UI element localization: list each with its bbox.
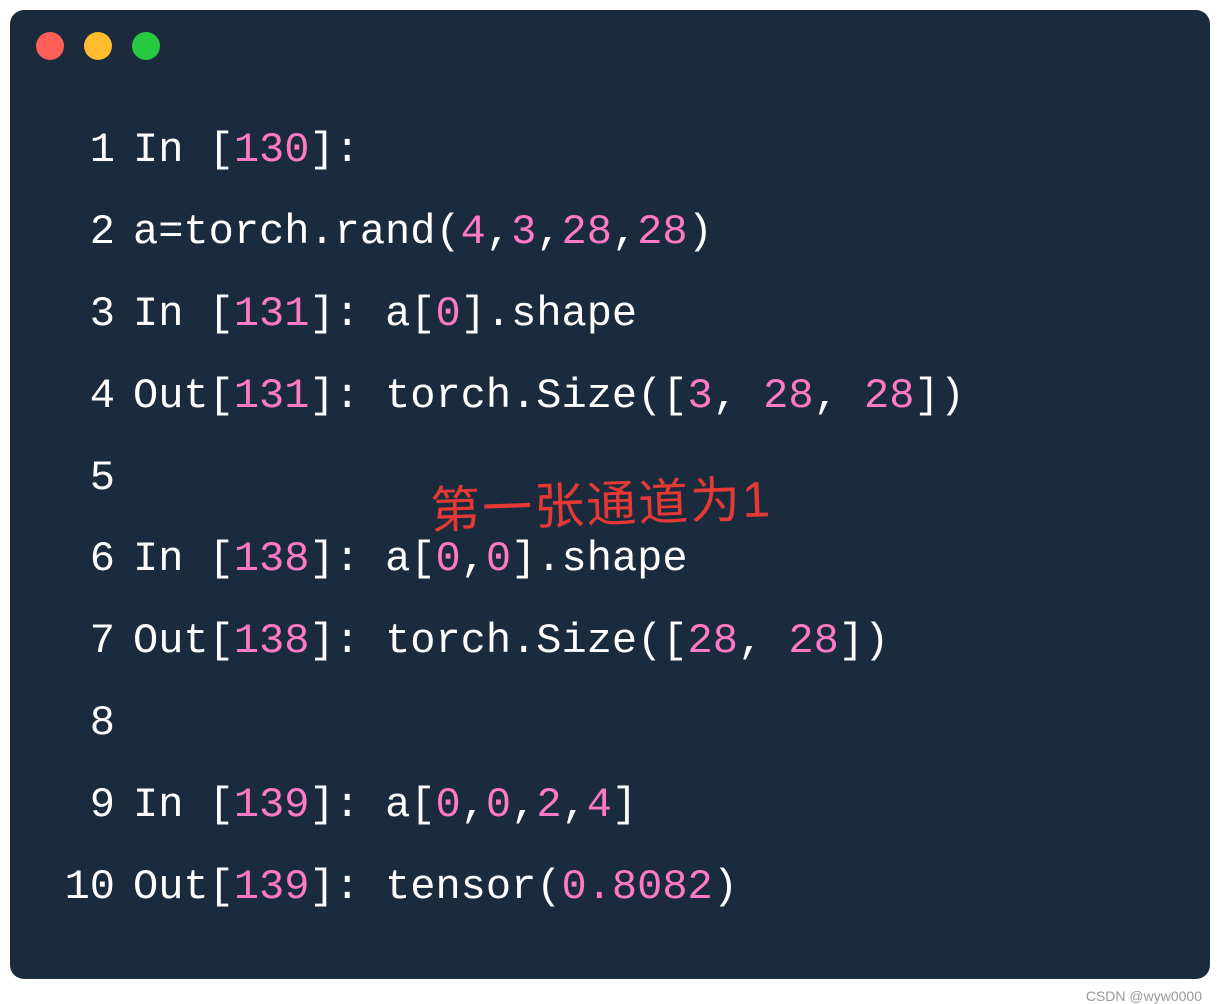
terminal-window: 1In [130]:2a=torch.rand(4,3,28,28)3In [1…: [10, 10, 1210, 979]
code-token: ]: a[: [309, 781, 435, 829]
code-token: 139: [234, 863, 310, 911]
code-token: ].shape: [511, 535, 687, 583]
code-token: ]: tensor(: [309, 863, 561, 911]
code-content: In [130]:: [133, 110, 360, 192]
code-token: In [: [133, 535, 234, 583]
code-line: 4Out[131]: torch.Size([3, 28, 28]): [40, 356, 1180, 438]
code-token: In [: [133, 126, 234, 174]
code-line: 10Out[139]: tensor(0.8082): [40, 847, 1180, 929]
code-token: 131: [234, 372, 310, 420]
code-content: In [131]: a[0].shape: [133, 274, 637, 356]
code-area: 1In [130]:2a=torch.rand(4,3,28,28)3In [1…: [10, 70, 1210, 949]
code-token: 0: [435, 290, 460, 338]
line-number: 10: [40, 847, 115, 929]
code-token: 3: [688, 372, 713, 420]
code-token: ,: [713, 372, 763, 420]
code-token: 131: [234, 290, 310, 338]
code-content: In [139]: a[0,0,2,4]: [133, 765, 637, 847]
code-line: 9In [139]: a[0,0,2,4]: [40, 765, 1180, 847]
watermark: CSDN @wyw0000: [1086, 988, 1202, 1004]
code-token: 0: [486, 535, 511, 583]
code-token: ]: a[: [309, 290, 435, 338]
code-token: ,: [511, 781, 536, 829]
code-token: 4: [587, 781, 612, 829]
code-content: In [138]: a[0,0].shape: [133, 519, 688, 601]
code-content: a=torch.rand(4,3,28,28): [133, 192, 713, 274]
code-token: 4: [461, 208, 486, 256]
code-line: 7Out[138]: torch.Size([28, 28]): [40, 601, 1180, 683]
code-token: 28: [864, 372, 914, 420]
line-number: 8: [40, 683, 115, 765]
code-content: [133, 683, 158, 765]
code-token: ]): [839, 617, 889, 665]
code-token: ].shape: [461, 290, 637, 338]
close-icon[interactable]: [36, 32, 64, 60]
code-token: 28: [763, 372, 813, 420]
code-token: ,: [486, 208, 511, 256]
code-token: 3: [511, 208, 536, 256]
code-token: 138: [234, 535, 310, 583]
code-token: 139: [234, 781, 310, 829]
code-content: [133, 438, 158, 520]
code-content: Out[131]: torch.Size([3, 28, 28]): [133, 356, 965, 438]
line-number: 7: [40, 601, 115, 683]
code-line: 6In [138]: a[0,0].shape: [40, 519, 1180, 601]
line-number: 5: [40, 438, 115, 520]
code-token: ]:: [309, 126, 359, 174]
code-token: ]: torch.Size([: [309, 617, 687, 665]
line-number: 4: [40, 356, 115, 438]
code-content: Out[138]: torch.Size([28, 28]): [133, 601, 889, 683]
titlebar: [10, 10, 1210, 70]
line-number: 2: [40, 192, 115, 274]
code-token: 28: [788, 617, 838, 665]
code-token: 0: [486, 781, 511, 829]
code-token: Out[: [133, 863, 234, 911]
code-token: ,: [612, 208, 637, 256]
code-token: ,: [562, 781, 587, 829]
code-token: ,: [461, 535, 486, 583]
code-token: ]: torch.Size([: [309, 372, 687, 420]
code-token: In [: [133, 781, 234, 829]
code-token: ,: [536, 208, 561, 256]
code-token: 138: [234, 617, 310, 665]
code-line: 3In [131]: a[0].shape: [40, 274, 1180, 356]
code-token: a=torch.rand(: [133, 208, 461, 256]
line-number: 3: [40, 274, 115, 356]
maximize-icon[interactable]: [132, 32, 160, 60]
line-number: 9: [40, 765, 115, 847]
code-line: 8: [40, 683, 1180, 765]
code-token: 28: [688, 617, 738, 665]
code-token: In [: [133, 290, 234, 338]
code-token: 130: [234, 126, 310, 174]
code-token: Out[: [133, 617, 234, 665]
code-content: Out[139]: tensor(0.8082): [133, 847, 738, 929]
line-number: 6: [40, 519, 115, 601]
code-token: 0.8082: [562, 863, 713, 911]
code-token: ,: [738, 617, 788, 665]
code-token: ]: [612, 781, 637, 829]
code-line: 5: [40, 438, 1180, 520]
code-token: Out[: [133, 372, 234, 420]
code-line: 2a=torch.rand(4,3,28,28): [40, 192, 1180, 274]
code-token: 0: [435, 535, 460, 583]
code-token: ]): [914, 372, 964, 420]
code-line: 1In [130]:: [40, 110, 1180, 192]
code-token: ,: [461, 781, 486, 829]
minimize-icon[interactable]: [84, 32, 112, 60]
code-token: ): [688, 208, 713, 256]
code-token: ,: [814, 372, 864, 420]
line-number: 1: [40, 110, 115, 192]
code-token: ]: a[: [309, 535, 435, 583]
code-token: ): [713, 863, 738, 911]
code-token: 28: [637, 208, 687, 256]
code-token: 0: [435, 781, 460, 829]
code-token: 28: [562, 208, 612, 256]
code-token: 2: [536, 781, 561, 829]
